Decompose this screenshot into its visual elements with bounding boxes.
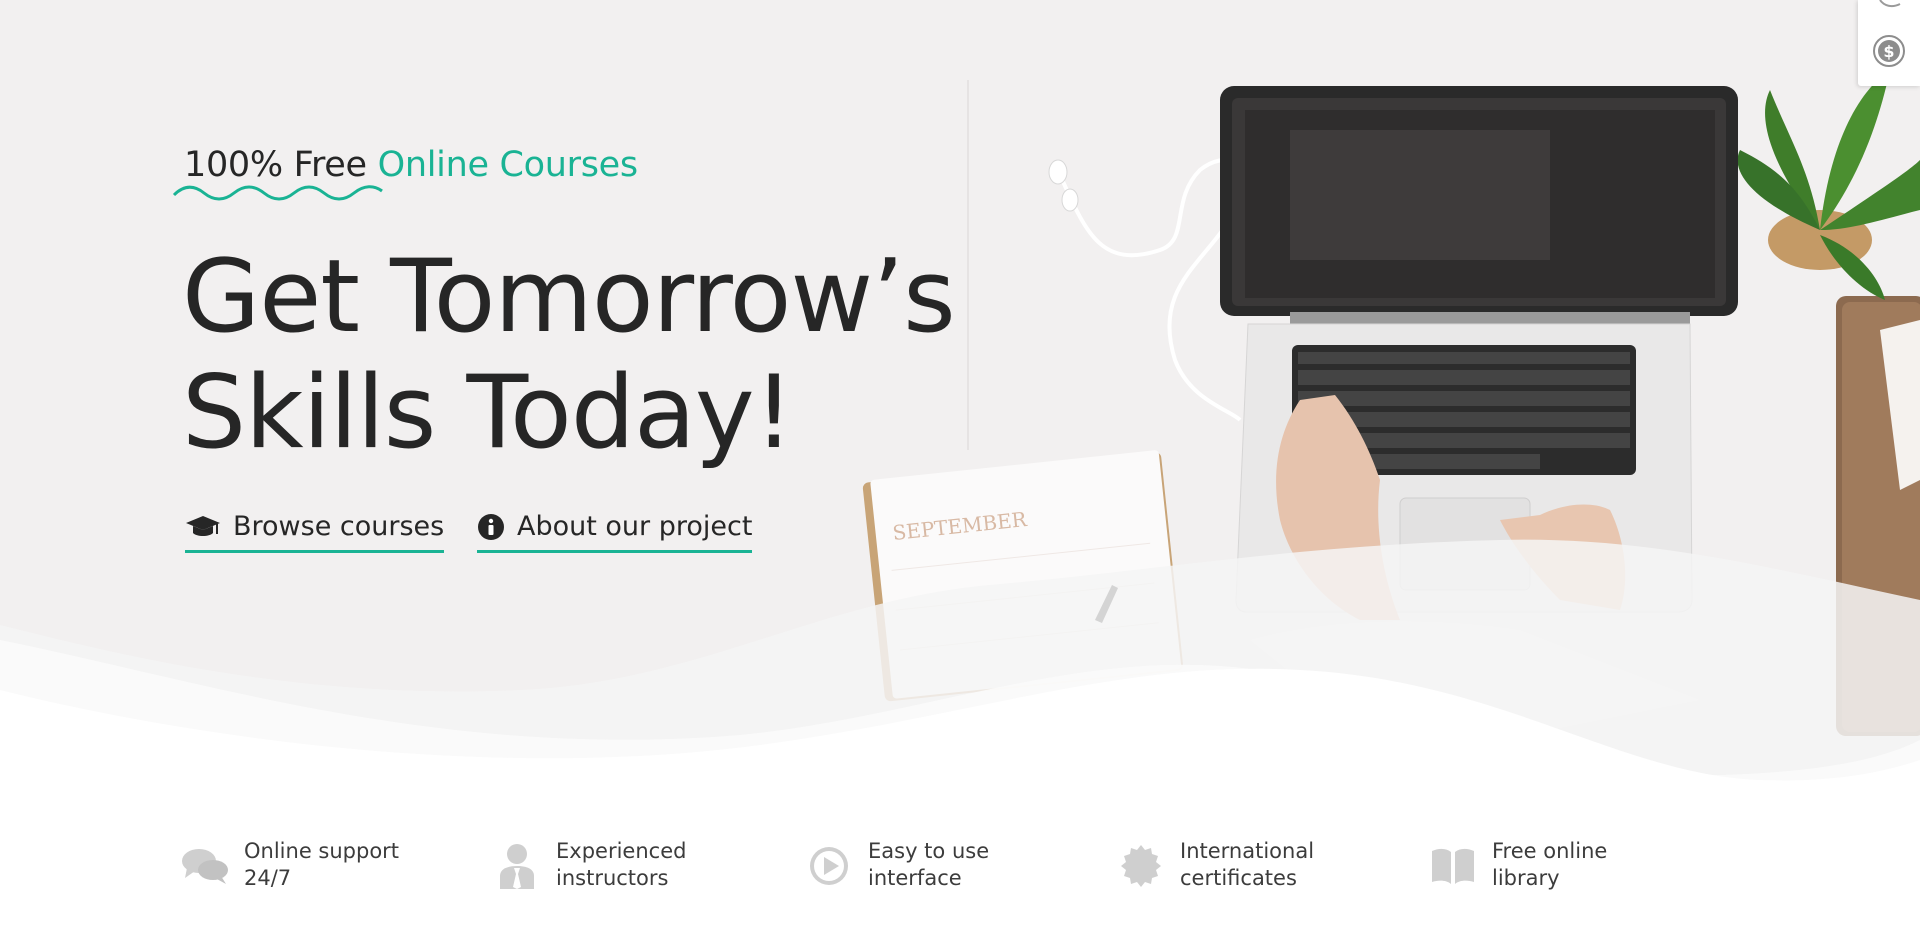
feature-international-certificates: International certificates: [1116, 838, 1428, 892]
play-circle-icon: [804, 841, 854, 891]
feature-2-line-2: instructors: [556, 866, 669, 890]
feature-1-line-2: 24/7: [244, 866, 292, 890]
about-project-button[interactable]: About our project: [477, 503, 753, 553]
feature-4-line-2: certificates: [1180, 866, 1297, 890]
feature-3-line-1: Easy to use: [868, 839, 990, 863]
feature-online-support: Online support 24/7: [180, 838, 492, 892]
dollar-coin-icon[interactable]: $: [1872, 34, 1906, 68]
certificate-badge-icon: [1116, 841, 1166, 891]
svg-text:$: $: [1883, 42, 1894, 61]
feature-experienced-instructors: Experienced instructors: [492, 838, 804, 892]
graduation-cap-icon: [186, 515, 220, 536]
feature-5-line-2: library: [1492, 866, 1560, 890]
feature-3-line-2: interface: [868, 866, 962, 890]
feature-2-line-1: Experienced: [556, 839, 687, 863]
feature-4-line-1: International: [1180, 839, 1315, 863]
feature-5-line-1: Free online: [1492, 839, 1608, 863]
browse-courses-label: Browse courses: [233, 511, 445, 542]
side-tool-panel: $: [1858, 0, 1920, 86]
headline-line-1: Get Tomorrow’s: [182, 237, 956, 355]
feature-1-line-1: Online support: [244, 839, 400, 863]
about-project-label: About our project: [517, 511, 753, 542]
browse-courses-button[interactable]: Browse courses: [185, 503, 445, 553]
info-circle-icon: [478, 513, 504, 540]
chat-bubbles-icon: [180, 841, 230, 891]
headline-line-2: Skills Today!: [182, 353, 794, 471]
feature-easy-interface: Easy to use interface: [804, 838, 1116, 892]
instructor-icon: [492, 841, 542, 891]
open-book-icon: [1428, 841, 1478, 891]
squiggle-underline: [172, 185, 383, 201]
feature-free-library: Free online library: [1428, 838, 1740, 892]
eyebrow-plain-text: 100% Free: [184, 145, 378, 185]
features-row: Online support 24/7 Experienced instructor…: [180, 838, 1740, 892]
hero-headline: Get Tomorrow’s Skills Today!: [182, 237, 956, 471]
edit-icon[interactable]: [1878, 0, 1904, 10]
eyebrow-accent-text: Online Courses: [377, 145, 639, 185]
